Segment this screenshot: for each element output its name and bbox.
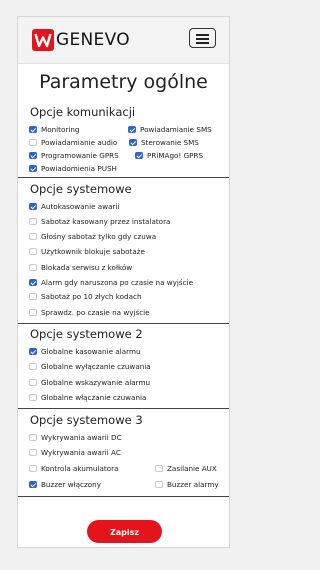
checkbox-unchecked[interactable]	[29, 263, 37, 271]
settings-panel: GENEVO Parametry ogólne Opcje komunikacj…	[17, 16, 230, 548]
checkbox-unchecked[interactable]	[155, 480, 163, 488]
checkbox-checked[interactable]	[29, 202, 37, 210]
option-awarii-dc[interactable]: Wykrywania awarii DC	[29, 432, 122, 443]
checkbox-unchecked[interactable]	[29, 292, 37, 300]
checkbox-checked[interactable]	[29, 480, 37, 488]
page-title: Parametry ogólne	[39, 71, 208, 93]
checkbox-unchecked[interactable]	[29, 393, 37, 401]
genevo-logo-icon	[32, 29, 54, 51]
option-powiadamianie-audio[interactable]: Powiadamianie audio	[29, 137, 117, 148]
checkbox-unchecked[interactable]	[29, 448, 37, 456]
navbar: GENEVO	[18, 17, 229, 64]
option-powiadamianie-sms[interactable]: Powiadamianie SMS	[128, 124, 212, 135]
divider	[18, 496, 229, 497]
menu-toggle-button[interactable]	[189, 28, 216, 48]
option-globalne-wlaczanie[interactable]: Globalne włączanie czuwania	[29, 392, 146, 403]
brand-name: GENEVO	[56, 30, 130, 50]
divider	[18, 408, 229, 409]
option-zasilanie-aux[interactable]: Zasilanie AUX	[155, 463, 217, 474]
divider	[18, 323, 229, 324]
checkbox-checked[interactable]	[128, 125, 136, 133]
checkbox-unchecked[interactable]	[29, 217, 37, 225]
checkbox-checked[interactable]	[29, 347, 37, 355]
checkbox-unchecked[interactable]	[29, 138, 37, 146]
section-title-systemowe-2: Opcje systemowe 2	[30, 327, 143, 341]
checkbox-checked[interactable]	[29, 164, 37, 172]
section-title-systemowe-3: Opcje systemowe 3	[30, 413, 143, 427]
option-uzytkownik-blokuje[interactable]: Użytkownik blokuje sabotaże	[29, 246, 145, 257]
checkbox-checked[interactable]	[135, 151, 143, 159]
section-title-komunikacja: Opcje komunikacji	[30, 105, 136, 119]
option-awarii-ac[interactable]: Wykrywania awarii AC	[29, 447, 121, 458]
checkbox-unchecked[interactable]	[29, 433, 37, 441]
option-globalne-kasowanie[interactable]: Globalne kasowanie alarmu	[29, 346, 141, 357]
checkbox-checked[interactable]	[129, 138, 137, 146]
checkbox-unchecked[interactable]	[29, 362, 37, 370]
option-autokasowanie-awarii[interactable]: Autokasowanie awarii	[29, 201, 119, 212]
option-blokada-serwisu[interactable]: Blokada serwisu z kołków	[29, 262, 132, 273]
option-buzzer-alarmy[interactable]: Buzzer alarmy	[155, 479, 219, 490]
section-title-systemowe: Opcje systemowe	[30, 182, 132, 196]
option-glosny-sabotaz[interactable]: Głośny sabotaż tylko gdy czuwa	[29, 231, 156, 242]
checkbox-checked[interactable]	[29, 151, 37, 159]
option-primago-gprs[interactable]: PRiMAgo! GPRS	[135, 150, 203, 161]
checkbox-unchecked[interactable]	[29, 308, 37, 316]
save-button[interactable]: Zapisz	[87, 520, 162, 543]
checkbox-unchecked[interactable]	[29, 247, 37, 255]
option-sabotaz-kasowany[interactable]: Sabotaż kasowany przez instalatora	[29, 216, 170, 227]
checkbox-unchecked[interactable]	[29, 378, 37, 386]
divider	[18, 177, 229, 178]
hamburger-menu-icon	[196, 34, 209, 36]
checkbox-unchecked[interactable]	[29, 232, 37, 240]
checkbox-unchecked[interactable]	[29, 464, 37, 472]
option-programowanie-gprs[interactable]: Programowanie GPRS	[29, 150, 119, 161]
option-sprawdz-po-czasie[interactable]: Sprawdz. po czasie na wyjście	[29, 307, 150, 318]
checkbox-checked[interactable]	[29, 125, 37, 133]
option-kontrola-akumulatora[interactable]: Kontrola akumulatora	[29, 463, 118, 474]
option-buzzer-wlaczony[interactable]: Buzzer włączony	[29, 479, 101, 490]
option-sterowanie-sms[interactable]: Sterowanie SMS	[129, 137, 199, 148]
option-powiadomienia-push[interactable]: Powiadomienia PUSH	[29, 163, 117, 174]
checkbox-unchecked[interactable]	[155, 464, 163, 472]
option-monitoring[interactable]: Monitoring	[29, 124, 79, 135]
option-alarm-po-czasie[interactable]: Alarm gdy naruszona po czasie na wyjście	[29, 277, 193, 288]
option-globalne-wskazywanie[interactable]: Globalne wskazywanie alarmu	[29, 377, 150, 388]
checkbox-checked[interactable]	[29, 278, 37, 286]
option-sabotaz-10-kodach[interactable]: Sabotaż po 10 złych kodach	[29, 291, 142, 302]
option-globalne-wylaczanie[interactable]: Globalne wyłączanie czuwania	[29, 361, 151, 372]
